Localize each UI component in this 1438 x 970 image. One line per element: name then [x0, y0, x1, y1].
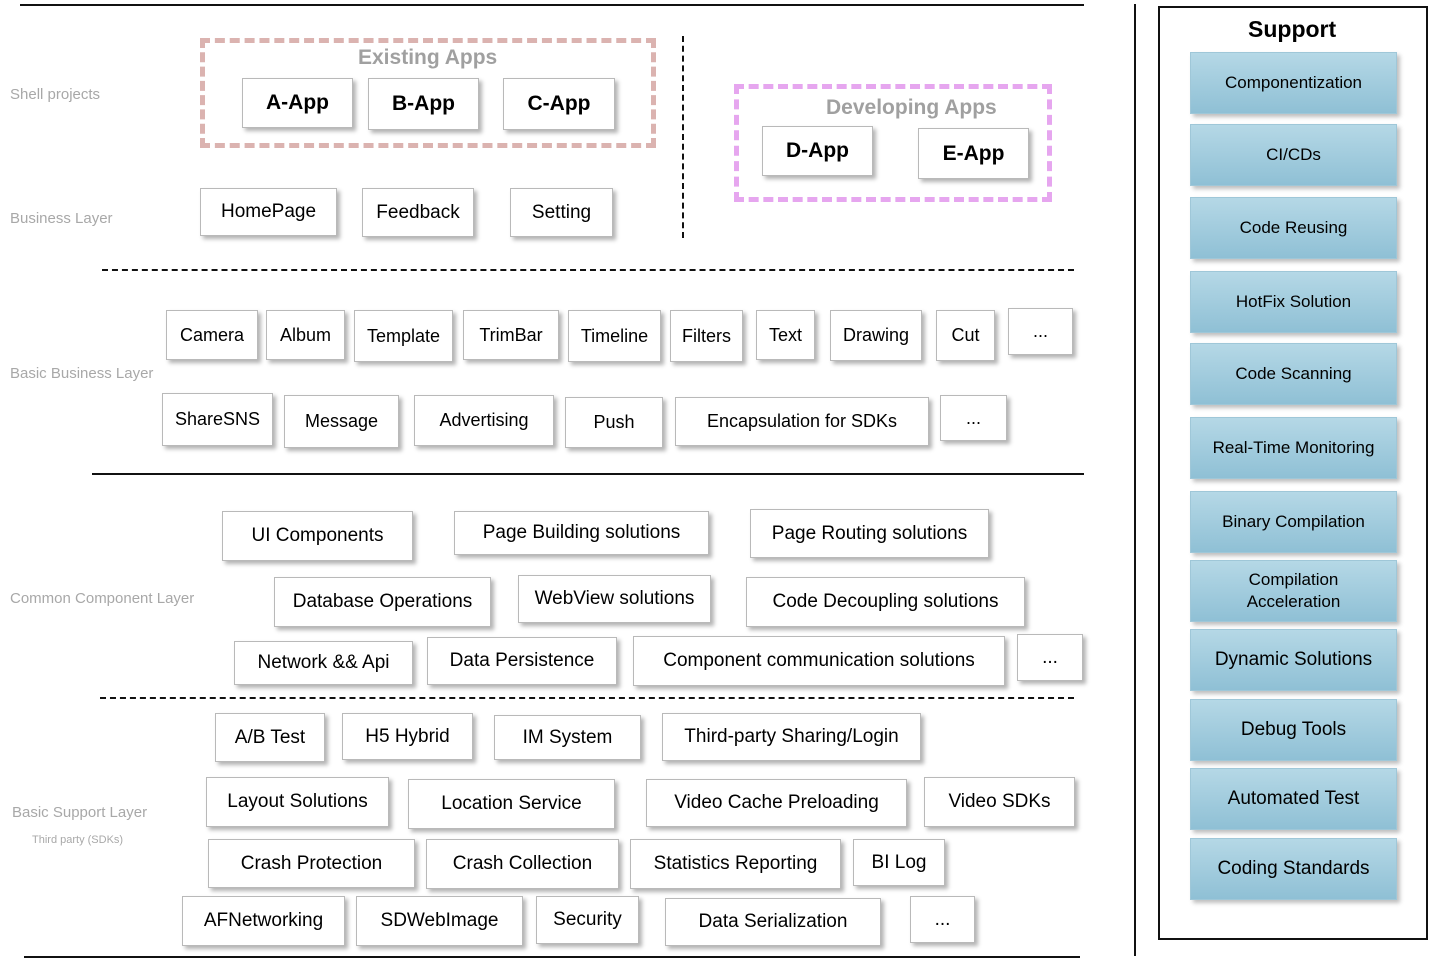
support-layer-box-crash-protection: Crash Protection	[208, 839, 415, 888]
business-box-feedback: Feedback	[362, 188, 474, 237]
basic-business-box-template: Template	[354, 310, 453, 362]
common-box-data-persistence: Data Persistence	[427, 637, 617, 685]
support-layer-box-crash-collection: Crash Collection	[426, 839, 619, 889]
support-layer-box-more: ...	[910, 896, 975, 943]
basic-business-box-trimbar: TrimBar	[463, 310, 559, 360]
support-title: Support	[1248, 16, 1337, 42]
basic-business-box-camera: Camera	[166, 310, 258, 360]
basic-business-box-cut: Cut	[936, 310, 995, 361]
basic-business-box-text: Text	[756, 310, 815, 360]
layer-label-shell: Shell projects	[10, 86, 101, 103]
support-item-code-scanning: Code Scanning	[1190, 343, 1397, 405]
support-item-coding-standards: Coding Standards	[1190, 838, 1397, 900]
basic-business-box-drawing: Drawing	[830, 310, 922, 361]
basic-business-box-album: Album	[266, 310, 345, 360]
common-box-webview: WebView solutions	[518, 575, 711, 623]
support-separator	[1134, 4, 1136, 956]
support-item-componentization: Componentization	[1190, 52, 1397, 114]
basic-business-box-timeline: Timeline	[568, 310, 661, 362]
support-item-compilation-acceleration: Compilation Acceleration	[1190, 560, 1397, 622]
common-box-component-communication: Component communication solutions	[633, 636, 1005, 686]
common-box-page-building: Page Building solutions	[454, 511, 709, 555]
basic-business-box-advertising: Advertising	[414, 395, 554, 446]
support-item-monitoring: Real-Time Monitoring	[1190, 417, 1397, 479]
business-box-setting: Setting	[510, 188, 613, 237]
common-divider	[100, 697, 1074, 699]
support-layer-box-ab-test: A/B Test	[215, 713, 325, 762]
common-box-more: ...	[1017, 634, 1083, 681]
app-box-b: B-App	[368, 78, 479, 130]
basic-business-box-more-1: ...	[1008, 308, 1073, 355]
basic-business-box-push: Push	[565, 397, 663, 448]
app-box-d: D-App	[762, 126, 873, 176]
basic-business-box-more-2: ...	[940, 395, 1007, 441]
support-layer-box-layout: Layout Solutions	[206, 777, 389, 827]
support-layer-box-security: Security	[536, 896, 639, 944]
common-box-code-decoupling: Code Decoupling solutions	[746, 577, 1025, 627]
basic-business-divider	[92, 473, 1084, 475]
common-box-page-routing: Page Routing solutions	[750, 509, 989, 558]
support-item-binary-compilation: Binary Compilation	[1190, 491, 1397, 553]
support-item-automated-test: Automated Test	[1190, 768, 1397, 830]
support-layer-box-data-serialization: Data Serialization	[665, 898, 881, 946]
layer-label-common: Common Component Layer	[10, 590, 195, 607]
bottom-divider	[24, 956, 1080, 958]
app-box-a: A-App	[242, 78, 353, 128]
basic-business-box-encapsulation: Encapsulation for SDKs	[675, 397, 929, 446]
app-box-e: E-App	[918, 128, 1029, 179]
support-layer-box-bi-log: BI Log	[853, 839, 945, 886]
existing-apps-title: Existing Apps	[358, 46, 498, 69]
support-layer-box-afnetworking: AFNetworking	[182, 896, 345, 946]
support-layer-box-video-sdks: Video SDKs	[924, 777, 1075, 827]
layer-label-business: Business Layer	[10, 210, 113, 227]
basic-business-box-filters: Filters	[670, 310, 743, 362]
common-box-ui-components: UI Components	[222, 511, 413, 561]
common-box-database: Database Operations	[274, 577, 491, 627]
top-divider	[20, 4, 1084, 6]
layer-label-basic-support: Basic Support Layer	[12, 804, 148, 821]
layer-sublabel-third-party: Third party (SDKs)	[32, 834, 124, 846]
support-item-code-reusing: Code Reusing	[1190, 197, 1397, 259]
support-item-hotfix: HotFix Solution	[1190, 271, 1397, 333]
support-layer-box-location: Location Service	[408, 779, 615, 829]
support-layer-box-im-system: IM System	[494, 715, 641, 760]
basic-business-box-sharesns: ShareSNS	[162, 393, 273, 446]
basic-business-box-message: Message	[284, 395, 399, 448]
app-box-c: C-App	[503, 78, 615, 130]
support-layer-box-third-party-sharing: Third-party Sharing/Login	[662, 713, 921, 761]
support-item-debug-tools: Debug Tools	[1190, 699, 1397, 761]
support-item-dynamic-solutions: Dynamic Solutions	[1190, 629, 1397, 691]
support-layer-box-sdwebimage: SDWebImage	[356, 896, 523, 946]
support-layer-box-h5-hybrid: H5 Hybrid	[342, 713, 473, 760]
support-layer-box-video-cache: Video Cache Preloading	[646, 779, 907, 827]
apps-vertical-divider	[682, 36, 684, 238]
business-divider	[102, 269, 1074, 271]
layer-label-basic-business: Basic Business Layer	[10, 365, 154, 382]
common-box-network: Network && Api	[234, 641, 413, 685]
business-box-homepage: HomePage	[200, 188, 337, 236]
support-layer-box-statistics: Statistics Reporting	[630, 839, 841, 889]
support-item-ci-cds: CI/CDs	[1190, 124, 1397, 186]
developing-apps-title: Developing Apps	[826, 96, 997, 119]
